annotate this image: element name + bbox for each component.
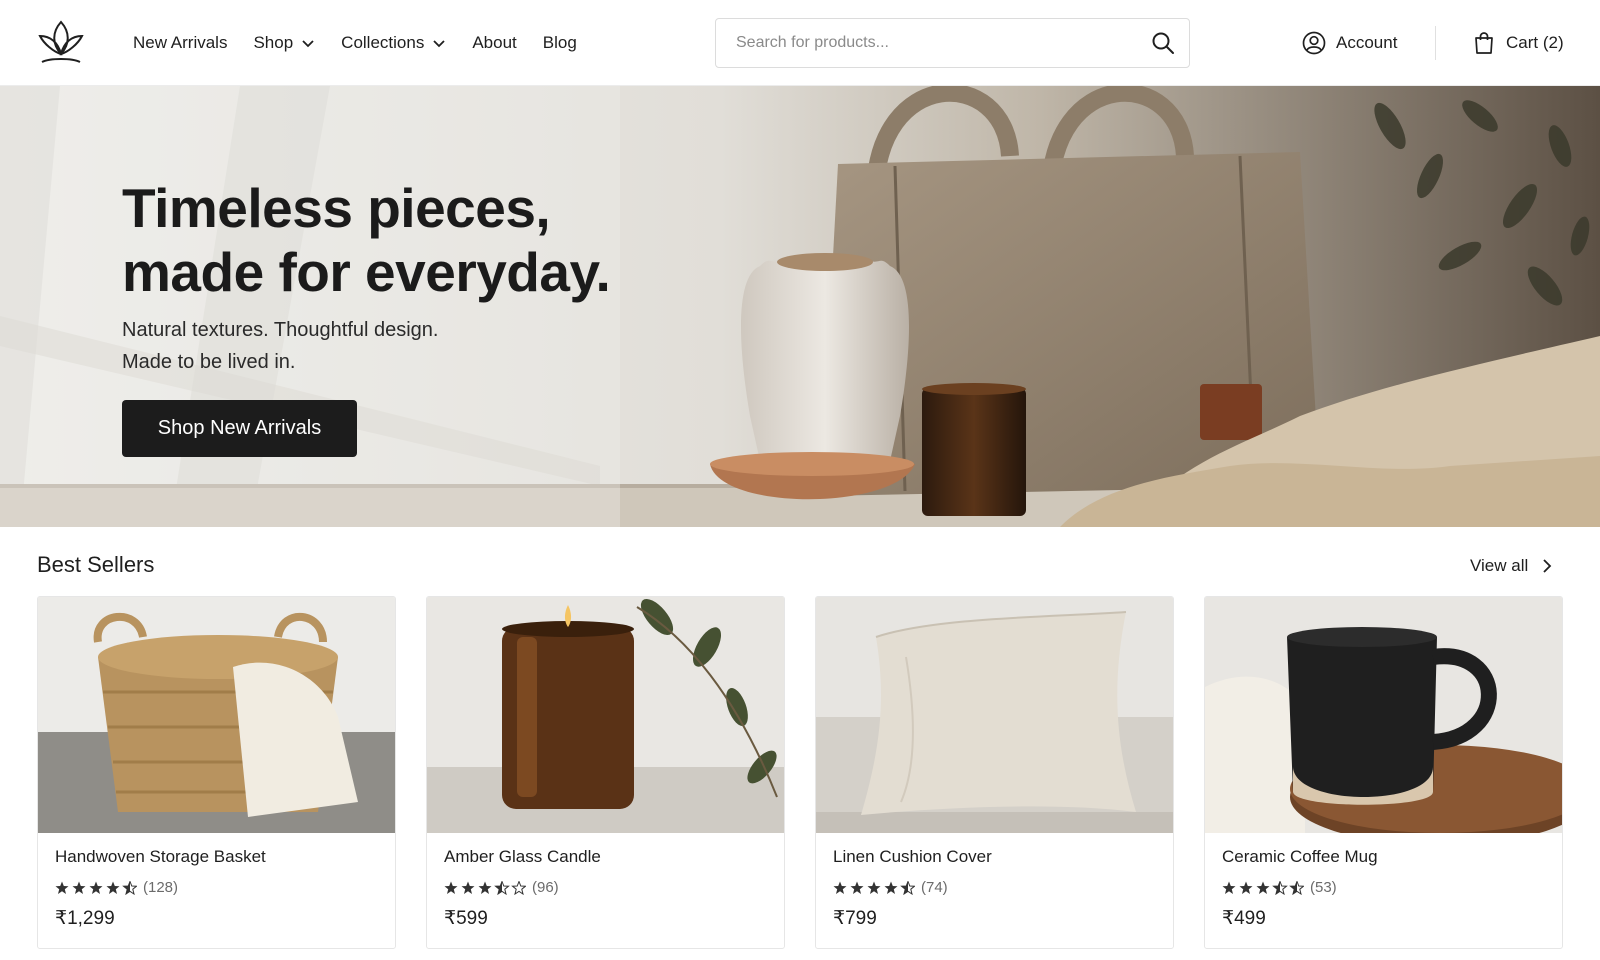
- shop-new-arrivals-button[interactable]: Shop New Arrivals: [122, 400, 357, 457]
- product-price: ₹499: [1222, 908, 1266, 929]
- hero-image: [0, 86, 1600, 527]
- hero-subtitle: Natural textures. Thoughtful design. Mad…: [122, 314, 542, 378]
- account-label: Account: [1336, 33, 1398, 52]
- nav-new-arrivals-label: New Arrivals: [133, 33, 228, 52]
- product-price: ₹599: [444, 908, 488, 929]
- nav-shop[interactable]: Shop: [253, 33, 315, 53]
- nav-blog[interactable]: Blog: [543, 33, 577, 53]
- best-sellers-title: Best Sellers: [37, 552, 155, 577]
- product-name: Amber Glass Candle: [444, 847, 601, 866]
- review-count: (53): [1310, 879, 1337, 896]
- search-input[interactable]: [736, 34, 1151, 52]
- hero-subtitle-line-1: Natural textures. Thoughtful design.: [122, 319, 439, 341]
- review-count: (96): [532, 879, 559, 896]
- nav-about-label: About: [472, 33, 517, 52]
- nav-collections-label: Collections: [341, 33, 425, 52]
- hero-banner: Timeless pieces, made for everyday. Natu…: [0, 86, 1600, 527]
- star-rating-icon: [55, 880, 137, 895]
- star-rating-icon: [833, 880, 915, 895]
- hero-title: Timeless pieces, made for everyday.: [122, 176, 682, 304]
- nav-about[interactable]: About: [472, 33, 516, 53]
- product-name: Ceramic Coffee Mug: [1222, 847, 1378, 866]
- product-image-basket: [38, 597, 395, 833]
- product-card[interactable]: Amber Glass Candle (96) ₹599: [426, 596, 785, 949]
- site-header: New Arrivals Shop Collections About Blog: [0, 0, 1600, 86]
- review-count: (128): [143, 879, 179, 896]
- user-circle-icon: [1302, 31, 1326, 55]
- product-name: Handwoven Storage Basket: [55, 847, 266, 866]
- chevron-right-icon: [1543, 559, 1552, 573]
- product-grid: Handwoven Storage Basket (128) ₹1,299 Am…: [37, 596, 1563, 950]
- nav-new-arrivals[interactable]: New Arrivals: [133, 33, 227, 53]
- header-divider: [1435, 26, 1436, 60]
- chevron-down-icon: [433, 40, 445, 48]
- hero-title-line-2: made for everyday.: [122, 241, 611, 303]
- product-image-candle: [427, 597, 784, 833]
- search-icon[interactable]: [1151, 31, 1175, 55]
- nav-blog-label: Blog: [542, 33, 577, 52]
- product-price: ₹1,299: [55, 908, 115, 929]
- product-rating: (128): [55, 879, 178, 896]
- product-rating: (53): [1222, 879, 1337, 896]
- view-all-label: View all: [1470, 556, 1529, 575]
- nav-shop-label: Shop: [253, 33, 294, 52]
- chevron-down-icon: [302, 40, 314, 48]
- product-card[interactable]: Linen Cushion Cover (74) ₹799: [815, 596, 1174, 949]
- view-all-link[interactable]: View all: [1470, 556, 1552, 576]
- review-count: (74): [921, 879, 948, 896]
- star-rating-icon: [1222, 880, 1304, 895]
- product-image-mug: [1205, 597, 1562, 833]
- hero-title-line-1: Timeless pieces,: [122, 177, 551, 239]
- shopping-bag-icon: [1475, 32, 1493, 54]
- product-rating: (96): [444, 879, 559, 896]
- product-rating: (74): [833, 879, 948, 896]
- search-box: [715, 18, 1190, 68]
- product-name: Linen Cushion Cover: [833, 847, 992, 866]
- product-price: ₹799: [833, 908, 877, 929]
- cart-link[interactable]: Cart (2): [1472, 27, 1564, 59]
- account-link[interactable]: Account: [1302, 27, 1397, 59]
- main-nav: New Arrivals Shop Collections About Blog: [133, 0, 577, 86]
- star-rating-icon: [444, 880, 526, 895]
- lotus-logo-icon[interactable]: [36, 18, 86, 68]
- cart-label: Cart (2): [1506, 33, 1564, 52]
- nav-collections[interactable]: Collections: [341, 33, 446, 53]
- product-card[interactable]: Handwoven Storage Basket (128) ₹1,299: [37, 596, 396, 949]
- product-card[interactable]: Ceramic Coffee Mug (53) ₹499: [1204, 596, 1563, 949]
- product-image-cushion: [816, 597, 1173, 833]
- hero-subtitle-line-2: Made to be lived in.: [122, 351, 296, 373]
